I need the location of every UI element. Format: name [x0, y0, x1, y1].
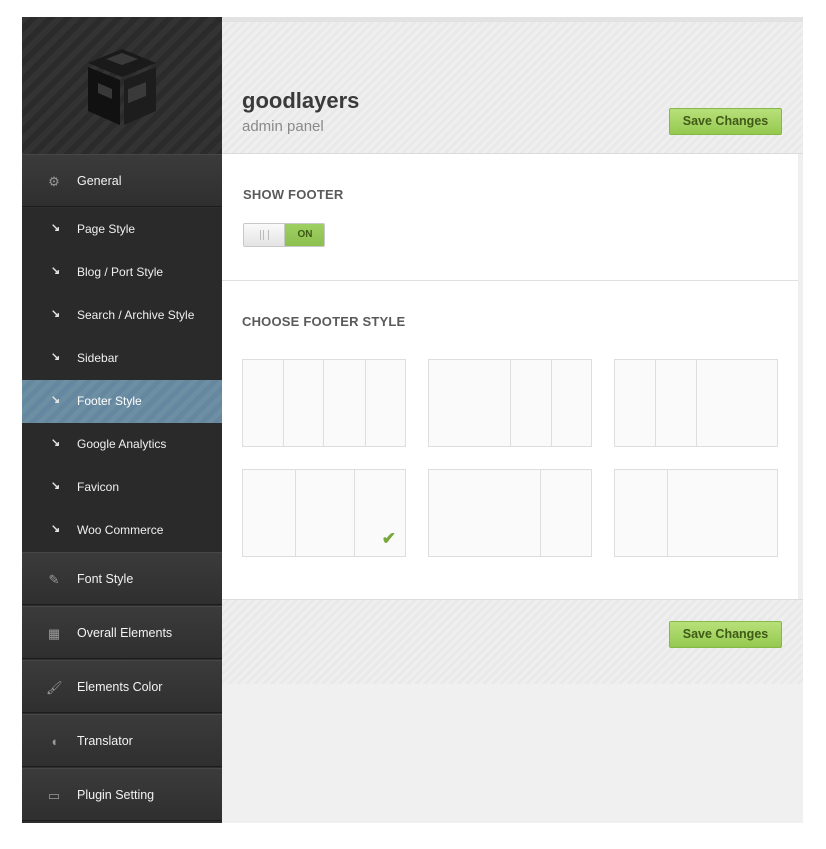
sidebar-item-label: Elements Color: [77, 680, 163, 694]
arrow-down-right-icon: ↘: [51, 265, 61, 277]
sidebar-subitem-sidebar[interactable]: ↘ Sidebar: [22, 337, 222, 380]
sidebar-item-font-style[interactable]: ✎ Font Style: [22, 552, 222, 605]
toggle-knob: [244, 224, 285, 246]
sidebar-subitem-page-style[interactable]: ↘ Page Style: [22, 208, 222, 251]
sidebar-item-overall-elements[interactable]: ▦ Overall Elements: [22, 606, 222, 659]
monitor-icon: ▭: [47, 788, 61, 803]
translate-icon: ◖: [50, 734, 58, 749]
sidebar-subitem-label: Search / Archive Style: [77, 308, 195, 322]
sidebar-item-plugin-setting[interactable]: ▭ Plugin Setting: [22, 768, 222, 821]
show-footer-title: SHOW FOOTER: [243, 187, 344, 202]
sidebar-item-label: Translator: [77, 734, 133, 748]
checkmark-icon: ✔: [381, 529, 396, 548]
arrow-down-right-icon: ↘: [51, 351, 61, 363]
section-divider: [222, 280, 803, 281]
arrow-down-right-icon: ↘: [51, 308, 61, 320]
arrow-down-right-icon: ↘: [51, 437, 61, 449]
sidebar-item-elements-color[interactable]: 🖌 Elements Color: [22, 660, 222, 713]
footer-style-panel: SHOW FOOTER ON CHOOSE FOOTER STYLE ✔: [222, 154, 803, 599]
arrow-down-right-icon: ↘: [51, 523, 61, 535]
sidebar: ⚙ General ↘ Page Style ↘ Blog / Port Sty…: [22, 17, 222, 823]
content-edge: [798, 154, 803, 599]
sidebar-item-general[interactable]: ⚙ General: [22, 154, 222, 207]
save-changes-button-bottom[interactable]: Save Changes: [669, 621, 782, 648]
save-changes-button-top[interactable]: Save Changes: [669, 108, 782, 135]
arrow-down-right-icon: ↘: [51, 480, 61, 492]
sidebar-subitem-label: Page Style: [77, 222, 136, 236]
footer-layout-option-four-equal[interactable]: [242, 359, 406, 447]
footer-layout-option-half-quarter-quarter[interactable]: [428, 359, 592, 447]
footer-layout-option-one-third-two-thirds[interactable]: [614, 469, 778, 557]
arrow-down-right-icon: ↘: [51, 394, 61, 406]
sidebar-item-label: Font Style: [77, 572, 134, 586]
sidebar-subitem-label: Blog / Port Style: [77, 265, 164, 279]
sidebar-item-label: General: [77, 174, 122, 188]
brand-title: goodlayers: [242, 88, 360, 113]
brush-icon: 🖌: [46, 680, 63, 695]
layout-icon: ▦: [47, 626, 61, 641]
sidebar-subitem-footer-style[interactable]: ↘ Footer Style: [22, 380, 222, 423]
footer-layout-option-quarter-quarter-half[interactable]: [614, 359, 778, 447]
sidebar-subitem-label: Favicon: [77, 480, 120, 494]
footer-layout-option-three-equal[interactable]: ✔: [242, 469, 406, 557]
goodlayers-logo-icon: [88, 49, 156, 125]
panel-footer: Save Changes: [222, 599, 803, 684]
sidebar-item-label: Plugin Setting: [77, 788, 155, 802]
sidebar-subitem-favicon[interactable]: ↘ Favicon: [22, 466, 222, 509]
show-footer-toggle[interactable]: ON: [243, 223, 325, 247]
sidebar-subitem-blog-port-style[interactable]: ↘ Blog / Port Style: [22, 251, 222, 294]
footer-layout-option-two-thirds-one-third[interactable]: [428, 469, 592, 557]
brand-subtitle: admin panel: [242, 118, 324, 135]
sidebar-subitem-label: Woo Commerce: [77, 523, 164, 537]
sidebar-subitem-label: Sidebar: [77, 351, 119, 365]
pencil-icon: ✎: [48, 572, 60, 587]
choose-footer-style-title: CHOOSE FOOTER STYLE: [242, 314, 406, 329]
sidebar-item-label: Overall Elements: [77, 626, 173, 640]
sidebar-item-translator[interactable]: ◖ Translator: [22, 714, 222, 767]
general-submenu: ↘ Page Style ↘ Blog / Port Style ↘ Searc…: [22, 208, 222, 552]
sidebar-subitem-google-analytics[interactable]: ↘ Google Analytics: [22, 423, 222, 466]
arrow-down-right-icon: ↘: [51, 222, 61, 234]
toggle-state-label: ON: [285, 224, 324, 246]
sidebar-subitem-search-archive-style[interactable]: ↘ Search / Archive Style: [22, 294, 222, 337]
sidebar-subitem-woo-commerce[interactable]: ↘ Woo Commerce: [22, 509, 222, 552]
sidebar-subitem-label: Footer Style: [77, 394, 142, 408]
logo-area: [22, 17, 222, 155]
header: goodlayers admin panel Save Changes: [222, 22, 803, 154]
admin-panel-frame: ⚙ General ↘ Page Style ↘ Blog / Port Sty…: [22, 17, 803, 823]
gear-icon: ⚙: [48, 174, 60, 189]
sidebar-subitem-label: Google Analytics: [77, 437, 167, 451]
